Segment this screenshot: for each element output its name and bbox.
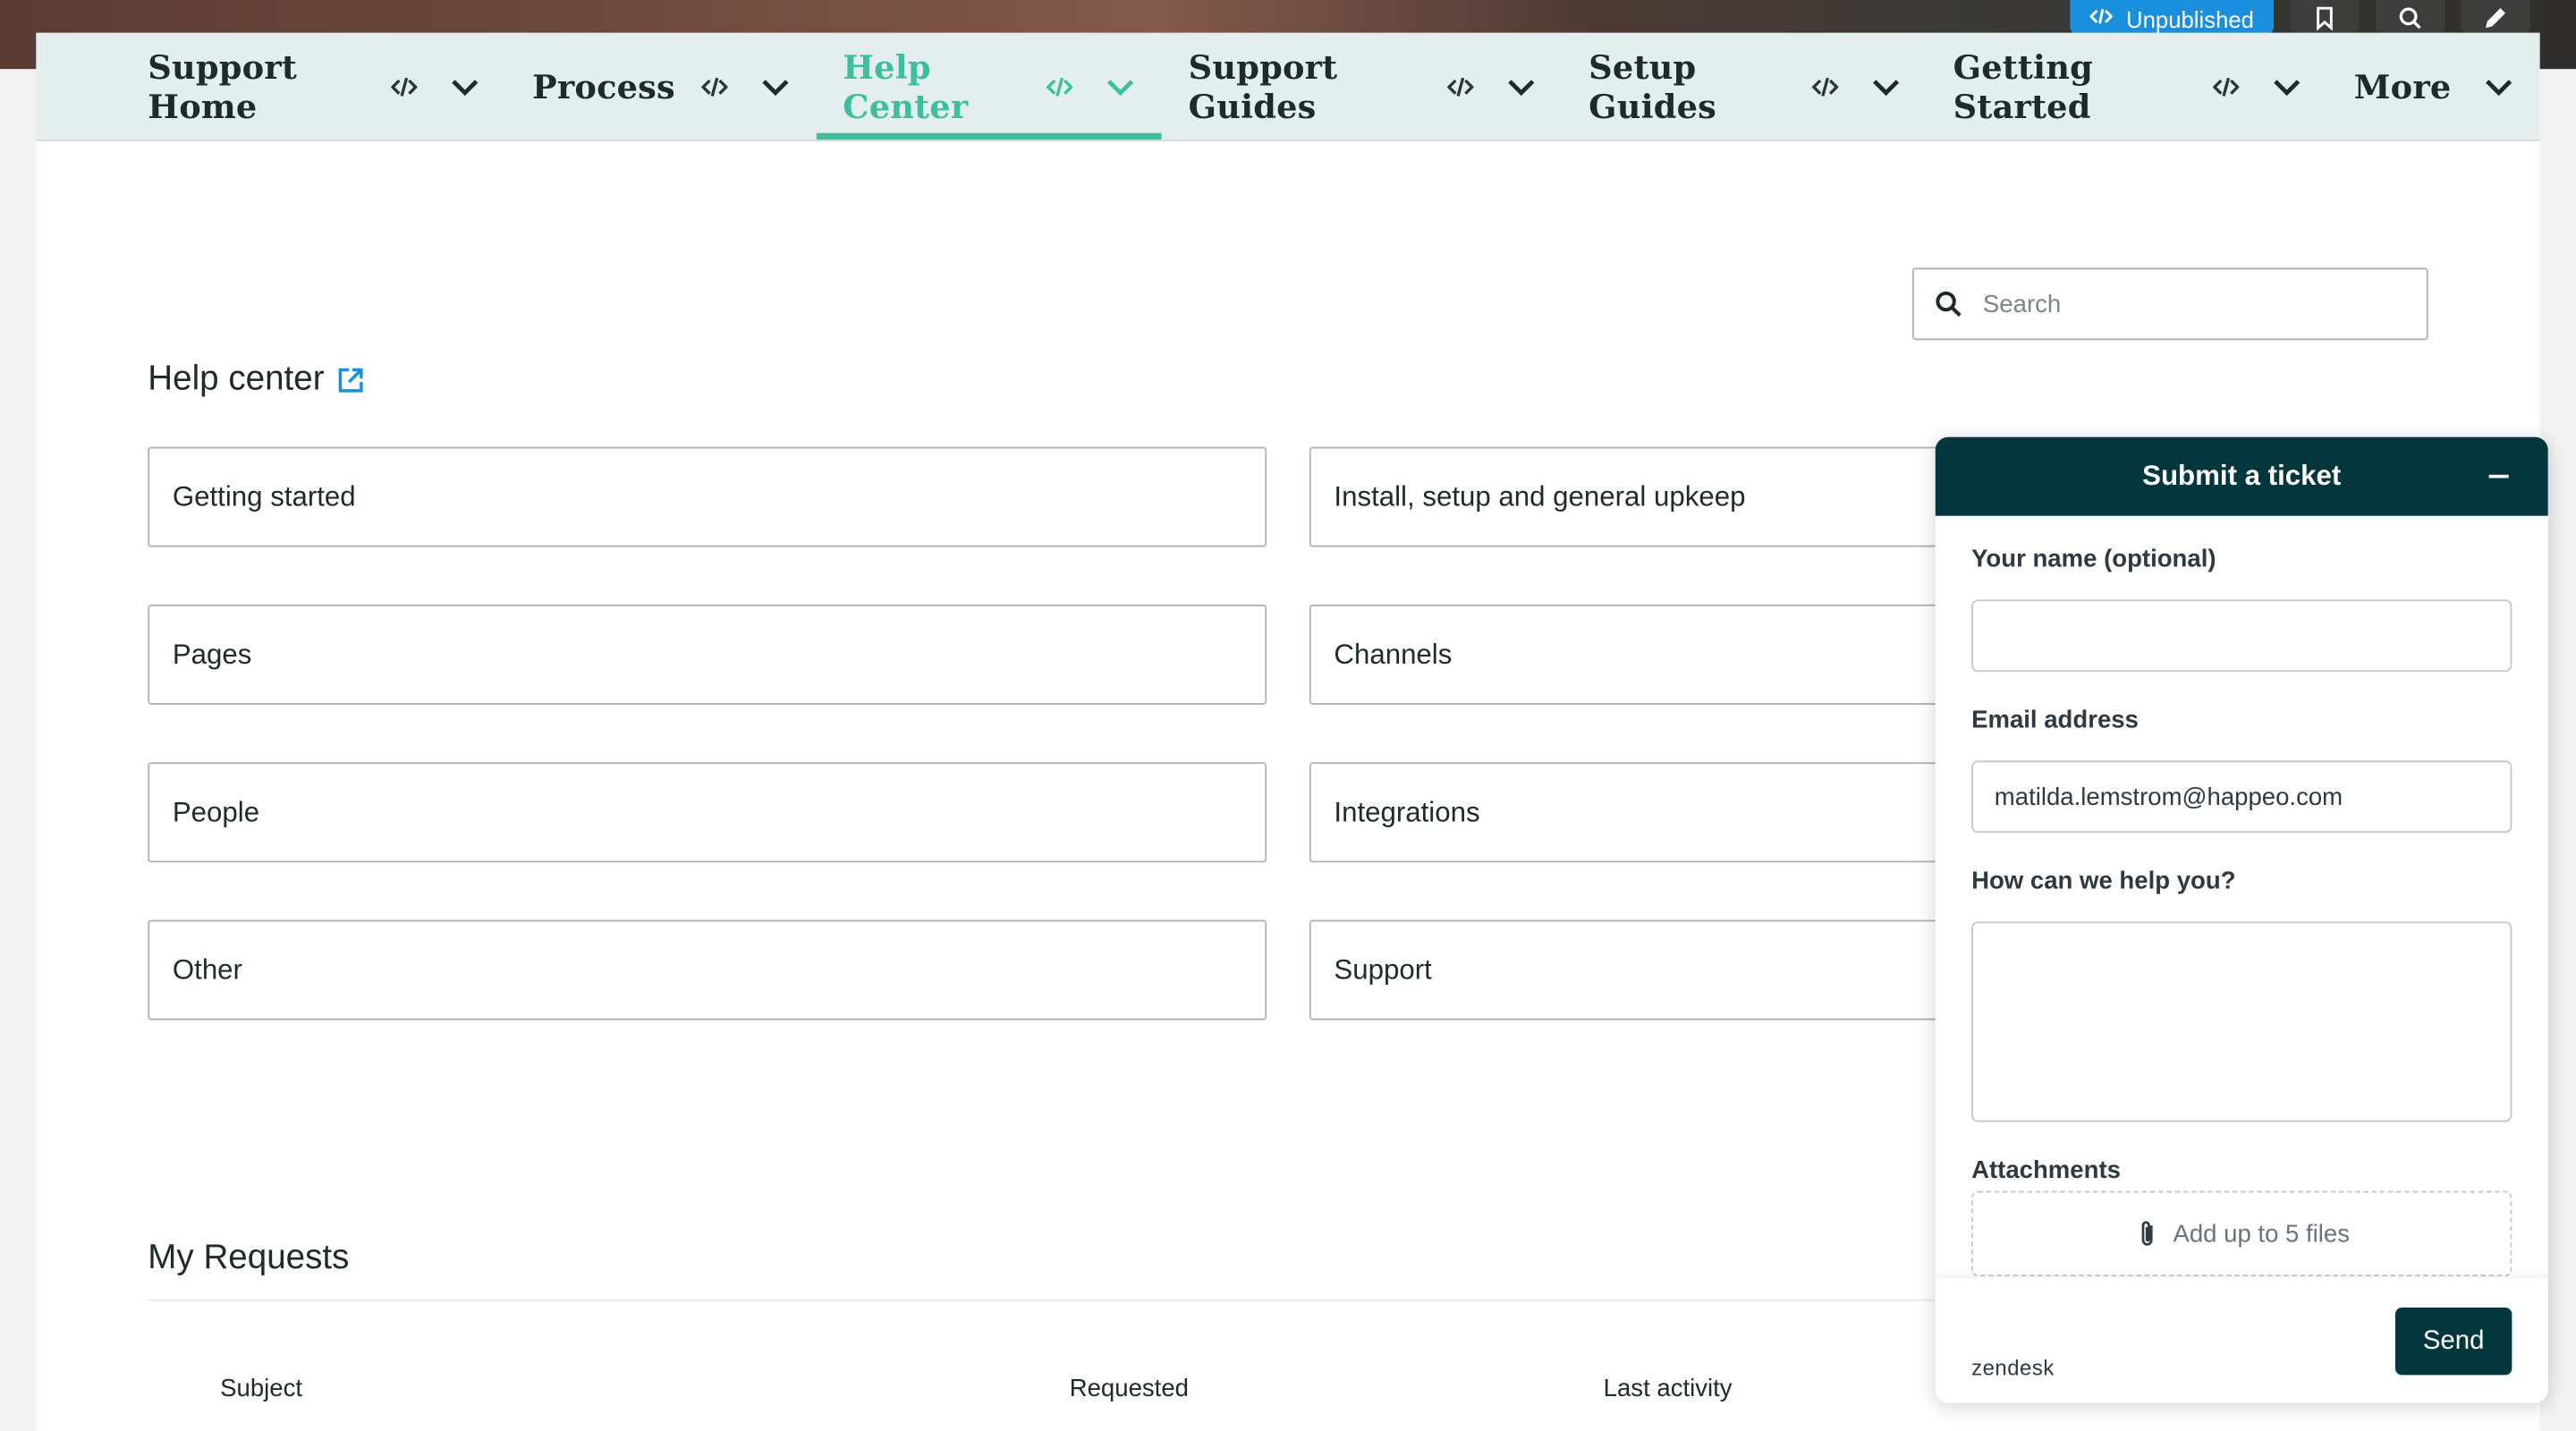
category-integrations[interactable]: Integrations [1309, 762, 2000, 863]
category-install-setup[interactable]: Install, setup and general upkeep [1309, 446, 2000, 547]
pencil-icon [2485, 8, 2506, 29]
category-people[interactable]: People [148, 762, 1267, 863]
column-header-subject[interactable]: Subject [220, 1375, 302, 1402]
nav-item-label: Support Guides [1188, 47, 1338, 126]
nav-item-getting-started[interactable]: Getting Started [1927, 33, 2327, 140]
search-icon [1936, 291, 1962, 318]
submit-ticket-widget: Submit a ticket Your name (optional) Ema… [1935, 436, 2548, 1403]
chevron-down-icon[interactable] [2272, 72, 2301, 101]
top-toolbar: Unpublished [2070, 0, 2530, 37]
my-requests-title: My Requests [148, 1238, 350, 1277]
search-icon [2399, 7, 2421, 30]
widget-footer: zendesk Send [1935, 1277, 2548, 1403]
nav-item-more[interactable]: More [2327, 33, 2539, 140]
email-label: Email address [1971, 706, 2139, 735]
help-center-heading: Help center [148, 360, 365, 399]
nav-item-label: Setup Guides [1589, 47, 1717, 126]
column-header-last-activity[interactable]: Last activity [1604, 1375, 1733, 1402]
nav-item-help-center[interactable]: Help Center [816, 33, 1163, 140]
search-button[interactable] [2375, 0, 2445, 37]
code-icon [1811, 73, 1839, 99]
widget-header: Submit a ticket [1935, 436, 2548, 516]
code-icon [1447, 73, 1474, 99]
top-navigation: Support Home Process Help Center Support Gu… [36, 32, 2540, 141]
name-label: Your name (optional) [1971, 545, 2216, 574]
chevron-down-icon[interactable] [1106, 72, 1136, 101]
unpublished-badge[interactable]: Unpublished [2070, 0, 2275, 37]
category-other[interactable]: Other [148, 919, 1267, 1020]
search-field[interactable] [1911, 267, 2428, 341]
external-link-icon[interactable] [337, 366, 365, 394]
nav-item-label: Process [532, 66, 675, 106]
attachments-label: Attachments [1971, 1156, 2121, 1185]
ticket-form: Your name (optional) Email address matil… [1936, 545, 2548, 1277]
minus-icon [2488, 474, 2509, 478]
zendesk-logo[interactable]: zendesk [1971, 1355, 2055, 1380]
message-textarea[interactable] [1971, 921, 2512, 1122]
nav-item-label: Getting Started [1953, 47, 2093, 126]
category-pages[interactable]: Pages [148, 604, 1267, 705]
nav-item-setup-guides[interactable]: Setup Guides [1563, 33, 1927, 140]
code-icon [2212, 73, 2240, 99]
edit-button[interactable] [2461, 0, 2530, 37]
category-channels[interactable]: Channels [1309, 604, 2000, 705]
category-getting-started[interactable]: Getting started [148, 446, 1267, 547]
unpublished-label: Unpublished [2126, 6, 2254, 33]
help-label: How can we help you? [1971, 867, 2236, 896]
code-icon [2089, 5, 2114, 33]
bookmark-button[interactable] [2290, 0, 2360, 37]
divider [148, 1299, 1955, 1301]
category-support[interactable]: Support [1309, 919, 2000, 1020]
nav-item-support-guides[interactable]: Support Guides [1162, 33, 1563, 140]
attachments-dropzone[interactable]: Add up to 5 files [1971, 1190, 2512, 1277]
nav-item-label: More [2353, 66, 2452, 106]
chevron-down-icon[interactable] [1506, 72, 1536, 101]
chevron-down-icon[interactable] [1871, 72, 1901, 101]
chevron-down-icon[interactable] [760, 72, 790, 101]
code-icon [391, 73, 418, 99]
nav-item-support-home[interactable]: Support Home [122, 33, 506, 140]
column-header-requested[interactable]: Requested [1070, 1375, 1189, 1402]
attachments-hint: Add up to 5 files [2173, 1219, 2351, 1248]
chevron-down-icon[interactable] [450, 72, 479, 101]
nav-item-process[interactable]: Process [506, 33, 817, 140]
email-field[interactable]: matilda.lemstrom@happeo.com [1971, 760, 2512, 834]
send-button[interactable]: Send [2394, 1308, 2512, 1376]
nav-item-label: Help Center [843, 47, 969, 126]
widget-title: Submit a ticket [2142, 460, 2342, 492]
name-field[interactable] [1971, 599, 2512, 673]
search-input[interactable] [1982, 290, 2377, 318]
page: Unpublished Support Home Process Help Cent… [0, 0, 2576, 1431]
code-icon [1046, 73, 1074, 99]
bookmark-icon [2317, 6, 2333, 31]
paperclip-icon [2141, 1221, 2153, 1246]
help-center-title: Help center [148, 360, 325, 398]
nav-item-label: Support Home [148, 47, 298, 126]
chevron-down-icon[interactable] [2484, 72, 2513, 101]
minimize-button[interactable] [2482, 460, 2515, 493]
code-icon [701, 73, 728, 99]
